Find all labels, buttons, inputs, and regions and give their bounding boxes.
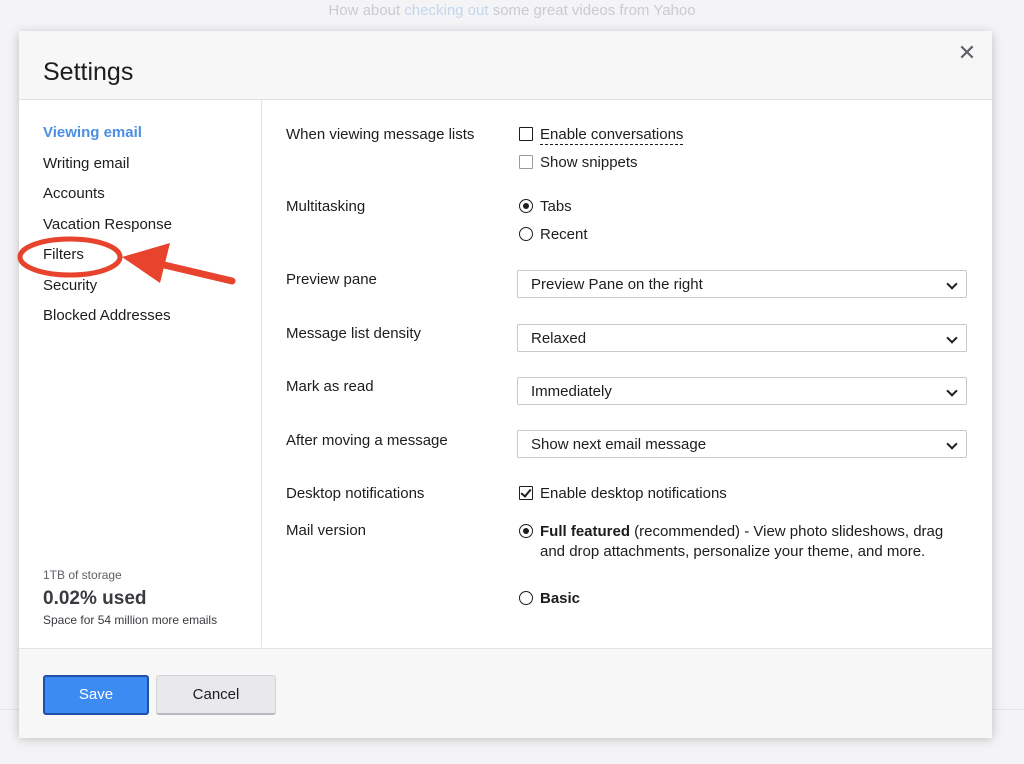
viewing-lists-label: When viewing message lists xyxy=(286,126,475,143)
sidebar-item-vacation-response[interactable]: Vacation Response xyxy=(43,216,172,233)
promo-text-end: some great videos from Yahoo xyxy=(488,2,696,19)
after-moving-label: After moving a message xyxy=(286,432,448,449)
desktop-notifications-label: Desktop notifications xyxy=(286,485,425,502)
dialog-title: Settings xyxy=(43,58,134,86)
storage-used: 0.02% used xyxy=(43,588,147,609)
after-moving-select[interactable]: Show next email message xyxy=(517,430,967,458)
density-value: Relaxed xyxy=(531,330,587,347)
enable-conversations-text: Enable conversations xyxy=(540,126,684,145)
sidebar-item-accounts[interactable]: Accounts xyxy=(43,185,105,202)
show-snippets-checkbox[interactable] xyxy=(519,155,533,169)
chevron-down-icon xyxy=(946,438,958,450)
mail-version-label: Mail version xyxy=(286,522,367,539)
close-icon[interactable]: ✕ xyxy=(956,41,978,65)
density-label: Message list density xyxy=(286,325,422,342)
mark-as-read-value: Immediately xyxy=(531,383,612,400)
sidebar-item-security[interactable]: Security xyxy=(43,277,97,294)
full-featured-radio[interactable] xyxy=(519,524,533,538)
save-button[interactable]: Save xyxy=(43,675,149,715)
recent-radio-label[interactable]: Recent xyxy=(540,226,588,243)
tabs-radio[interactable] xyxy=(519,199,533,213)
enable-conversations-checkbox[interactable] xyxy=(519,127,533,141)
preview-pane-select[interactable]: Preview Pane on the right xyxy=(517,270,967,298)
storage-remaining: Space for 54 million more emails xyxy=(43,613,218,627)
sidebar-item-writing-email[interactable]: Writing email xyxy=(43,155,129,172)
mark-as-read-label: Mark as read xyxy=(286,378,374,395)
full-featured-title: Full featured xyxy=(540,523,631,540)
promo-link[interactable]: checking out xyxy=(404,2,488,19)
settings-dialog: Settings ✕ Viewing email Writing email A… xyxy=(19,31,992,738)
chevron-down-icon xyxy=(946,332,958,344)
enable-conversations-label[interactable]: Enable conversations xyxy=(540,126,684,145)
show-snippets-label[interactable]: Show snippets xyxy=(540,154,638,171)
preview-pane-value: Preview Pane on the right xyxy=(531,276,703,293)
chevron-down-icon xyxy=(946,278,958,290)
dialog-footer: Save Cancel xyxy=(19,648,992,738)
mark-as-read-select[interactable]: Immediately xyxy=(517,377,967,405)
preview-pane-label: Preview pane xyxy=(286,271,377,288)
desktop-notifications-option-label[interactable]: Enable desktop notifications xyxy=(540,485,727,502)
promo-text-start: How about xyxy=(328,2,405,19)
desktop-notifications-checkbox[interactable] xyxy=(519,486,533,500)
cancel-button[interactable]: Cancel xyxy=(156,675,276,715)
chevron-down-icon xyxy=(946,385,958,397)
density-select[interactable]: Relaxed xyxy=(517,324,967,352)
sidebar-item-filters[interactable]: Filters xyxy=(43,246,84,263)
background-promo-text: How about checking out some great videos… xyxy=(0,2,1024,19)
settings-sidebar: Viewing email Writing email Accounts Vac… xyxy=(19,100,262,647)
storage-capacity: 1TB of storage xyxy=(43,568,122,582)
sidebar-item-viewing-email[interactable]: Viewing email xyxy=(43,124,142,141)
tabs-radio-label[interactable]: Tabs xyxy=(540,198,572,215)
after-moving-value: Show next email message xyxy=(531,436,707,453)
full-featured-option[interactable]: Full featured (recommended) - View photo… xyxy=(540,522,960,562)
dialog-header: Settings ✕ xyxy=(19,31,992,100)
basic-option-label[interactable]: Basic xyxy=(540,590,580,607)
recent-radio[interactable] xyxy=(519,227,533,241)
basic-radio[interactable] xyxy=(519,591,533,605)
sidebar-item-blocked-addresses[interactable]: Blocked Addresses xyxy=(43,307,171,324)
multitasking-label: Multitasking xyxy=(286,198,366,215)
